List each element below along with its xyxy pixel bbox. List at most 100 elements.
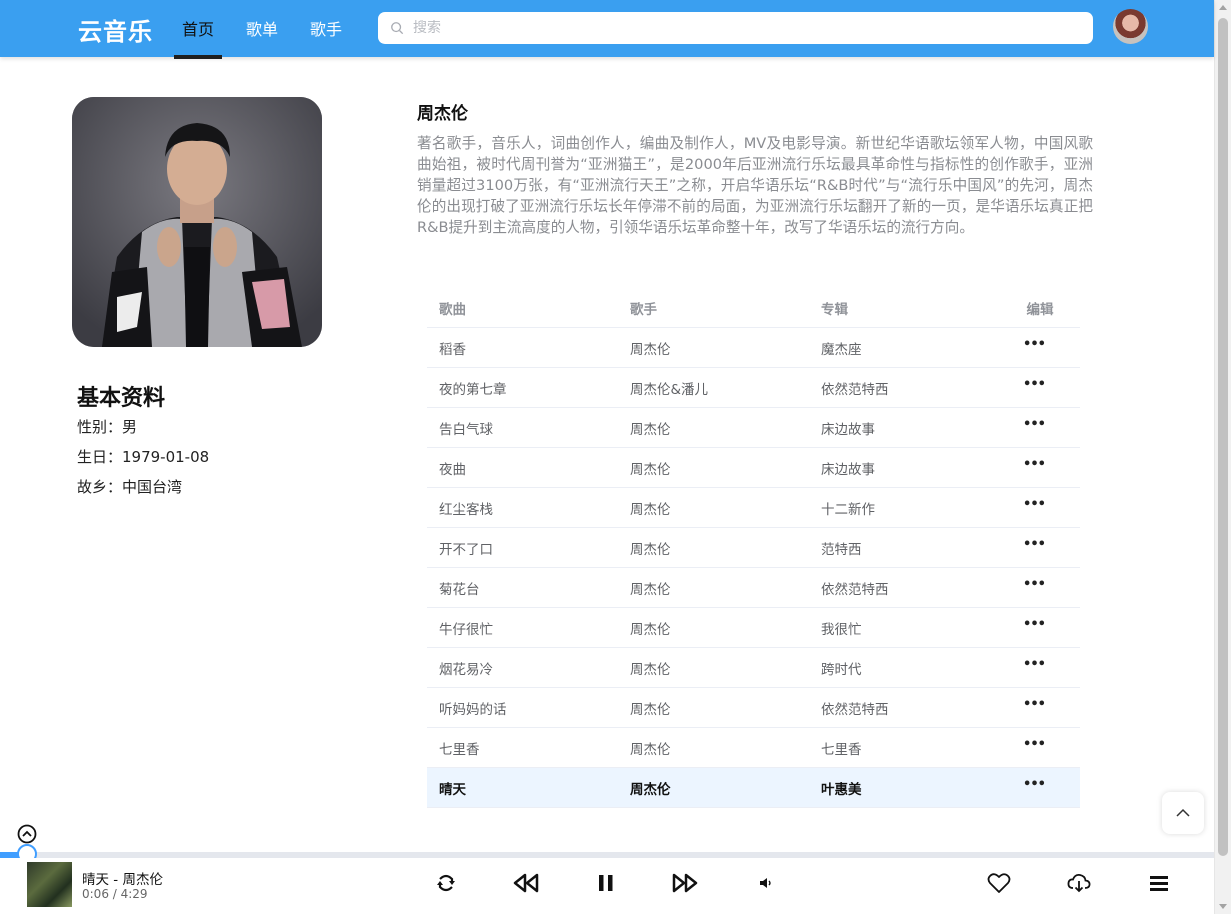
more-options-button[interactable]: ••• bbox=[1000, 697, 1080, 716]
album-name: 十二新作 bbox=[821, 501, 875, 518]
table-row[interactable]: 晴天 周杰伦 叶惠美 ••• bbox=[427, 768, 1080, 808]
singer-name: 周杰伦 bbox=[630, 701, 671, 718]
next-icon bbox=[672, 873, 698, 893]
more-options-button[interactable]: ••• bbox=[1000, 416, 1080, 436]
artist-gender: 性别：男 bbox=[77, 418, 138, 436]
table-header: 歌曲 歌手 专辑 编辑 bbox=[427, 288, 1080, 328]
more-options-button[interactable]: ••• bbox=[1000, 576, 1080, 596]
table-row[interactable]: 红尘客栈 周杰伦 十二新作 ••• bbox=[427, 488, 1080, 528]
pause-button[interactable] bbox=[593, 870, 619, 896]
singer-name: 周杰伦 bbox=[630, 421, 671, 438]
more-options-button[interactable]: ••• bbox=[1000, 497, 1080, 516]
more-options-button[interactable]: ••• bbox=[1000, 457, 1080, 476]
table-row[interactable]: 牛仔很忙 周杰伦 我很忙 ••• bbox=[427, 608, 1080, 648]
singer-name: 周杰伦 bbox=[630, 341, 671, 358]
singer-name: 周杰伦 bbox=[630, 461, 671, 478]
table-row[interactable]: 开不了口 周杰伦 范特西 ••• bbox=[427, 528, 1080, 568]
player-bar: 晴天 - 周杰伦 0:06 / 4:29 bbox=[0, 858, 1214, 914]
menu-icon bbox=[1150, 876, 1168, 891]
album-name: 魔杰座 bbox=[821, 341, 862, 358]
more-options-button[interactable]: ••• bbox=[1000, 776, 1080, 796]
song-name: 牛仔很忙 bbox=[439, 621, 493, 638]
song-name: 烟花易冷 bbox=[439, 661, 493, 678]
song-name: 夜的第七章 bbox=[439, 381, 507, 398]
more-options-button[interactable]: ••• bbox=[1000, 536, 1080, 556]
table-row[interactable]: 夜的第七章 周杰伦&潘儿 依然范特西 ••• bbox=[427, 368, 1080, 408]
scroll-up-icon[interactable] bbox=[1219, 5, 1227, 10]
more-options-button[interactable]: ••• bbox=[1000, 657, 1080, 676]
search-icon bbox=[391, 22, 404, 35]
table-row[interactable]: 告白气球 周杰伦 床边故事 ••• bbox=[427, 408, 1080, 448]
table-row[interactable]: 菊花台 周杰伦 依然范特西 ••• bbox=[427, 568, 1080, 608]
heart-icon bbox=[987, 873, 1011, 893]
more-icon: ••• bbox=[1023, 416, 1046, 432]
previous-button[interactable] bbox=[513, 870, 539, 896]
loop-button[interactable] bbox=[433, 870, 459, 896]
more-options-button[interactable]: ••• bbox=[1000, 337, 1080, 356]
album-name: 依然范特西 bbox=[821, 581, 889, 598]
user-avatar[interactable] bbox=[1113, 9, 1148, 44]
song-name: 夜曲 bbox=[439, 461, 466, 478]
volume-button[interactable] bbox=[753, 870, 779, 896]
album-name: 床边故事 bbox=[821, 461, 875, 478]
table-row[interactable]: 夜曲 周杰伦 床边故事 ••• bbox=[427, 448, 1080, 488]
favorite-button[interactable] bbox=[986, 870, 1012, 896]
more-options-button[interactable]: ••• bbox=[1000, 616, 1080, 636]
previous-icon bbox=[513, 873, 539, 893]
more-options-button[interactable]: ••• bbox=[1000, 736, 1080, 756]
more-icon: ••• bbox=[1023, 576, 1046, 592]
song-name: 告白气球 bbox=[439, 421, 493, 438]
pause-icon bbox=[599, 875, 613, 891]
album-name: 依然范特西 bbox=[821, 381, 889, 398]
album-name: 叶惠美 bbox=[821, 781, 862, 798]
next-button[interactable] bbox=[672, 870, 698, 896]
more-icon: ••• bbox=[1023, 616, 1046, 632]
download-button[interactable] bbox=[1066, 870, 1092, 896]
artist-hometown: 故乡：中国台湾 bbox=[77, 478, 183, 496]
more-options-button[interactable]: ••• bbox=[1000, 376, 1080, 396]
song-name: 晴天 bbox=[439, 781, 466, 798]
search-bar[interactable] bbox=[378, 12, 1093, 44]
song-name: 稻香 bbox=[439, 341, 466, 358]
more-icon: ••• bbox=[1023, 536, 1046, 552]
header-edit: 编辑 bbox=[1026, 301, 1054, 318]
table-row[interactable]: 烟花易冷 周杰伦 跨时代 ••• bbox=[427, 648, 1080, 688]
song-table: 歌曲 歌手 专辑 编辑 稻香 周杰伦 魔杰座 ••• 夜的第七章 周杰伦&潘儿 依然范特西 •… bbox=[427, 288, 1080, 808]
nav-singers[interactable]: 歌手 bbox=[310, 16, 342, 57]
more-icon: ••• bbox=[1023, 376, 1046, 392]
singer-name: 周杰伦 bbox=[630, 781, 671, 798]
song-name: 七里香 bbox=[439, 741, 480, 758]
nav-home[interactable]: 首页 bbox=[173, 16, 223, 59]
expand-player-icon[interactable] bbox=[17, 824, 37, 844]
table-row[interactable]: 听妈妈的话 周杰伦 依然范特西 ••• bbox=[427, 688, 1080, 728]
app-logo[interactable]: 云音乐 bbox=[78, 12, 153, 47]
cloud-download-icon bbox=[1067, 873, 1091, 893]
loop-icon bbox=[437, 874, 455, 892]
song-name: 红尘客栈 bbox=[439, 501, 493, 518]
album-name: 七里香 bbox=[821, 741, 862, 758]
more-icon: ••• bbox=[1023, 776, 1046, 792]
singer-name: 周杰伦 bbox=[630, 501, 671, 518]
scroll-down-icon[interactable] bbox=[1219, 904, 1227, 909]
playlist-button[interactable] bbox=[1146, 870, 1172, 896]
scroll-thumb[interactable] bbox=[1218, 18, 1228, 856]
chevron-up-icon bbox=[1176, 808, 1190, 817]
page-scrollbar[interactable] bbox=[1214, 0, 1231, 914]
album-name: 范特西 bbox=[821, 541, 862, 558]
artist-birthday: 生日：1979-01-08 bbox=[77, 448, 210, 466]
header-singer: 歌手 bbox=[630, 301, 657, 318]
album-name: 我很忙 bbox=[821, 621, 862, 638]
album-name: 跨时代 bbox=[821, 661, 862, 678]
table-row[interactable]: 七里香 周杰伦 七里香 ••• bbox=[427, 728, 1080, 768]
now-playing-title: 晴天 - 周杰伦 bbox=[82, 872, 163, 888]
more-icon: ••• bbox=[1023, 736, 1046, 752]
nav-playlists[interactable]: 歌单 bbox=[246, 16, 278, 57]
singer-name: 周杰伦 bbox=[630, 541, 671, 558]
song-cover[interactable] bbox=[27, 862, 72, 907]
singer-name: 周杰伦 bbox=[630, 621, 671, 638]
table-row[interactable]: 稻香 周杰伦 魔杰座 ••• bbox=[427, 328, 1080, 368]
song-name: 开不了口 bbox=[439, 541, 493, 558]
back-to-top-button[interactable] bbox=[1162, 792, 1204, 834]
search-input[interactable] bbox=[413, 20, 1033, 36]
song-name: 菊花台 bbox=[439, 581, 480, 598]
